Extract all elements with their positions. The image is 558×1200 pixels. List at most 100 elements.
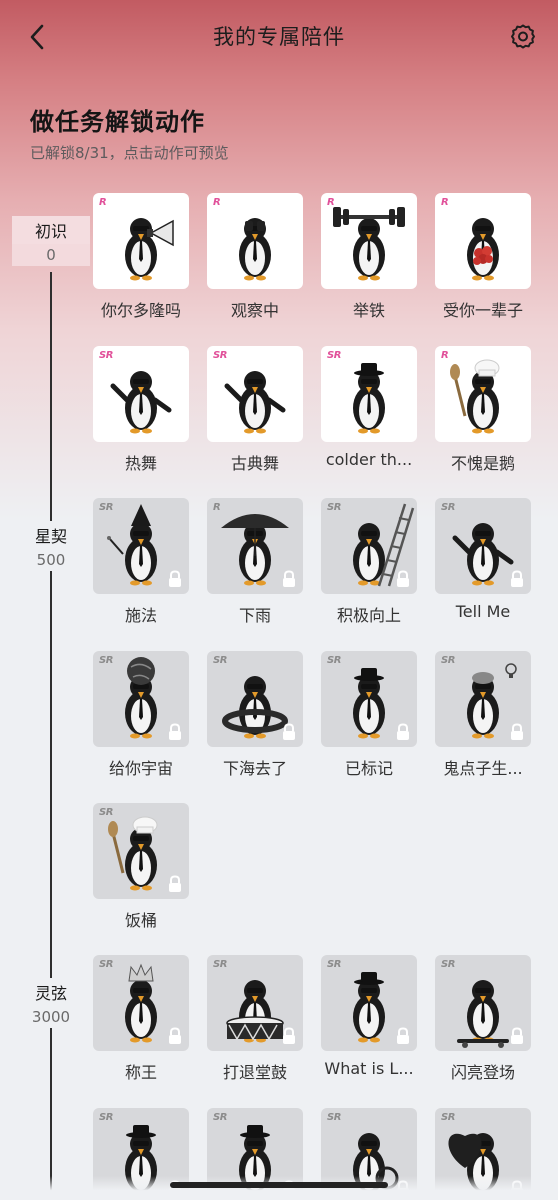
action-label: What is L... [324, 1059, 414, 1078]
penguin-illustration [239, 218, 271, 281]
tier-score: 500 [12, 549, 90, 571]
penguin-illustration [125, 218, 174, 281]
rarity-badge: SR [327, 350, 341, 361]
action-label: 已标记 [344, 759, 393, 778]
rarity-badge: SR [99, 655, 113, 666]
rarity-badge: R [441, 350, 449, 361]
page-title: 我的专属陪伴 [213, 25, 345, 49]
action-label: colder th... [325, 450, 413, 469]
lock-icon [283, 570, 295, 587]
action-card[interactable]: SR [435, 651, 531, 747]
rarity-badge: R [213, 502, 221, 513]
action-label: 积极向上 [336, 606, 401, 625]
action-card[interactable]: R [321, 193, 417, 289]
rarity-badge: SR [327, 959, 341, 970]
rarity-badge: SR [213, 959, 227, 970]
action-label: 称王 [124, 1063, 157, 1082]
action-card[interactable]: SR [207, 651, 303, 747]
rarity-badge: SR [441, 655, 455, 666]
rarity-badge: R [99, 197, 107, 208]
action-label: 下海去了 [222, 759, 287, 778]
action-label: 给你宇宙 [108, 759, 173, 778]
tier-score: 3000 [12, 1006, 90, 1028]
timeline-line [50, 272, 52, 1192]
lock-icon [511, 1027, 523, 1044]
lock-icon [169, 875, 181, 892]
lock-icon [511, 723, 523, 740]
rarity-badge: R [441, 197, 449, 208]
action-label: 观察中 [230, 301, 279, 320]
lock-icon [169, 1027, 181, 1044]
lock-icon [397, 1027, 409, 1044]
tier-marker: 星契 500 [12, 521, 90, 571]
action-card[interactable]: SR [93, 803, 189, 899]
rarity-badge: SR [213, 655, 227, 666]
bottom-fade [0, 1176, 558, 1200]
rarity-badge: SR [441, 502, 455, 513]
section-heading: 做任务解锁动作 [30, 108, 205, 136]
tier-marker: 初识 0 [12, 216, 90, 266]
action-card[interactable]: SR [93, 498, 189, 594]
lock-icon [397, 570, 409, 587]
action-card[interactable]: SR [435, 498, 531, 594]
rarity-badge: SR [99, 350, 113, 361]
lock-icon [283, 1027, 295, 1044]
action-card[interactable]: R [435, 193, 531, 289]
action-card[interactable]: SR [207, 955, 303, 1051]
action-card[interactable]: SR [321, 346, 417, 442]
lock-icon [511, 570, 523, 587]
home-indicator [170, 1182, 388, 1188]
action-label: 热舞 [124, 454, 157, 473]
action-card[interactable]: SR [93, 651, 189, 747]
lock-icon [169, 570, 181, 587]
action-label: 闪亮登场 [450, 1063, 515, 1082]
action-card[interactable]: R [207, 498, 303, 594]
penguin-illustration [467, 218, 499, 281]
action-label: 受你一辈子 [442, 301, 523, 320]
action-label: 下雨 [238, 606, 271, 625]
action-label: 古典舞 [230, 454, 279, 473]
lock-icon [283, 723, 295, 740]
action-card[interactable]: SR [435, 955, 531, 1051]
action-card[interactable]: SR [207, 346, 303, 442]
penguin-illustration [450, 359, 500, 434]
action-label: 举铁 [352, 301, 385, 320]
action-label: 打退堂鼓 [222, 1063, 287, 1082]
nav-bar: 我的专属陪伴 [0, 0, 558, 74]
rarity-badge: R [213, 197, 221, 208]
action-card[interactable]: R [207, 193, 303, 289]
lock-icon [397, 723, 409, 740]
action-card[interactable]: SR [321, 498, 417, 594]
action-label: 不愧是鹅 [450, 454, 515, 473]
penguin-illustration [333, 207, 405, 281]
rarity-badge: SR [441, 959, 455, 970]
unlock-progress-text: 已解锁8/31，点击动作可预览 [30, 144, 229, 162]
gear-icon [511, 24, 535, 49]
settings-button[interactable] [506, 20, 540, 54]
tier-name: 星契 [12, 521, 90, 549]
rarity-badge: SR [99, 807, 113, 818]
action-label: 鬼点子生... [443, 759, 523, 778]
tier-name: 灵弦 [12, 978, 90, 1006]
action-card[interactable]: SR [93, 346, 189, 442]
rarity-badge: SR [327, 1112, 341, 1123]
rarity-badge: R [327, 197, 335, 208]
lock-icon [169, 723, 181, 740]
action-label: Tell Me [455, 602, 511, 621]
rarity-badge: SR [99, 1112, 113, 1123]
action-card[interactable]: SR [321, 955, 417, 1051]
rarity-badge: SR [213, 350, 227, 361]
rarity-badge: SR [327, 502, 341, 513]
rarity-badge: SR [441, 1112, 455, 1123]
action-card[interactable]: SR [93, 955, 189, 1051]
tier-score: 0 [12, 244, 90, 266]
action-card[interactable]: R [93, 193, 189, 289]
action-card[interactable]: R [435, 346, 531, 442]
rarity-badge: SR [99, 502, 113, 513]
action-label: 饭桶 [124, 911, 157, 930]
rarity-badge: SR [213, 1112, 227, 1123]
action-label: 施法 [124, 606, 157, 625]
tier-marker: 灵弦 3000 [12, 978, 90, 1028]
rarity-badge: SR [327, 655, 341, 666]
action-card[interactable]: SR [321, 651, 417, 747]
